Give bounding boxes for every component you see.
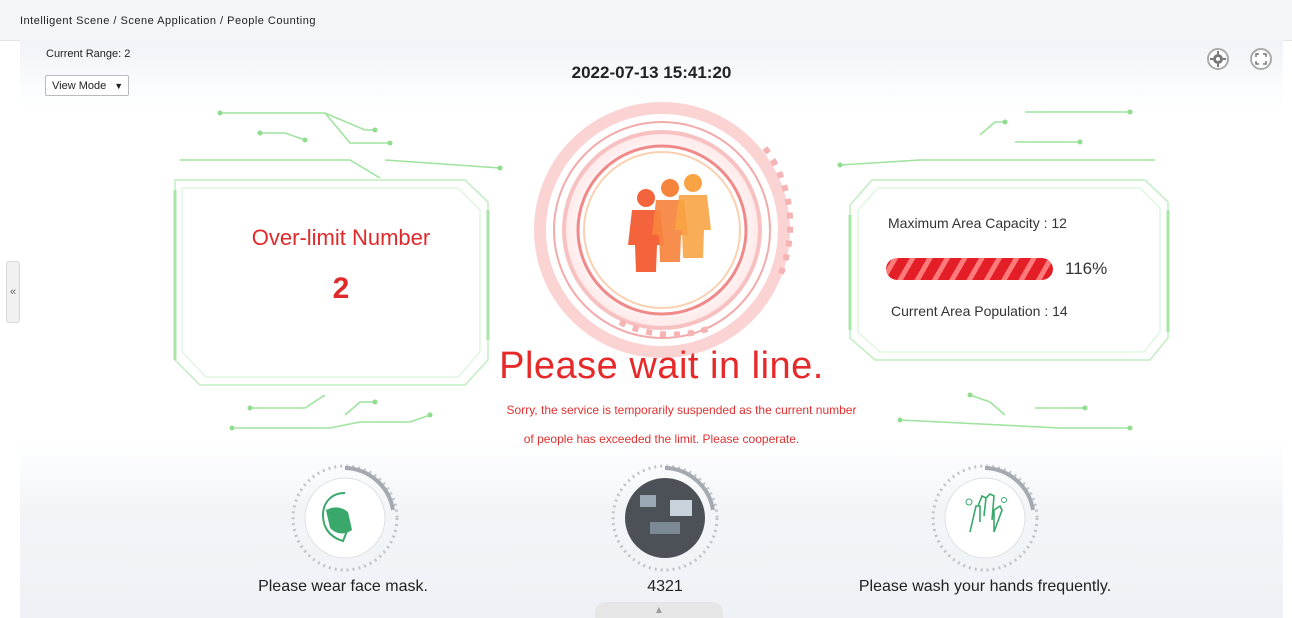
over-limit-value: 2 bbox=[332, 272, 350, 305]
gear-icon[interactable] bbox=[1209, 50, 1227, 68]
over-limit-title: Over-limit Number bbox=[251, 225, 431, 250]
wait-message-line2: of people has exceeded the limit. Please… bbox=[523, 432, 800, 446]
max-capacity-label: Maximum Area Capacity : 12 bbox=[888, 215, 1067, 231]
capacity-progress-fill bbox=[886, 258, 1053, 280]
decorative-background bbox=[173, 102, 1170, 572]
current-population-label: Current Area Population : 14 bbox=[891, 303, 1068, 319]
capacity-percent: 116% bbox=[1065, 259, 1108, 278]
tip-handwash-caption: Please wash your hands frequently. bbox=[858, 578, 1112, 595]
people-counting-display: Current Range: 2 View Mode ▼ 2022-07-13 … bbox=[20, 40, 1283, 618]
tip-mask-graphic bbox=[291, 464, 399, 572]
current-datetime: 2022-07-13 15:41:20 bbox=[571, 63, 732, 82]
top-bar: Intelligent Scene / Scene Application / … bbox=[0, 0, 1292, 41]
bottom-panel-toggle[interactable]: ▲ bbox=[595, 602, 723, 618]
capacity-progress-bar bbox=[886, 258, 1053, 280]
wait-message-line1: Sorry, the service is temporarily suspen… bbox=[506, 403, 857, 417]
fullscreen-button[interactable] bbox=[1250, 48, 1272, 70]
tip-media-graphic bbox=[611, 464, 719, 572]
current-range-label: Current Range: 2 bbox=[46, 48, 131, 60]
chevron-up-icon[interactable]: ▲ bbox=[654, 605, 664, 616]
tip-mask-caption: Please wear face mask. bbox=[258, 578, 428, 595]
fullscreen-icon[interactable] bbox=[1252, 50, 1270, 68]
wait-headline: Please wait in line. bbox=[499, 345, 824, 387]
sidebar-collapse-toggle[interactable]: « bbox=[6, 261, 20, 323]
double-chevron-left-icon[interactable]: « bbox=[10, 286, 16, 298]
tip-handwash-graphic bbox=[931, 464, 1039, 572]
breadcrumb: Intelligent Scene / Scene Application / … bbox=[20, 15, 316, 27]
tip-media-caption: 4321 bbox=[647, 578, 683, 595]
settings-button[interactable] bbox=[1207, 48, 1229, 70]
